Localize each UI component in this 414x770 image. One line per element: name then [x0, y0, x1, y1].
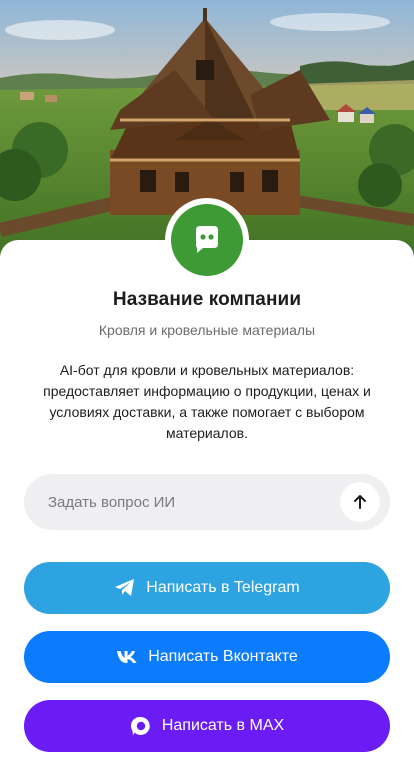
- ask-ai-field: [24, 474, 390, 530]
- max-button-label: Написать в MAX: [161, 717, 285, 734]
- ask-ai-input[interactable]: [48, 474, 338, 530]
- vk-icon: [116, 650, 138, 664]
- avatar-circle: [171, 204, 243, 276]
- max-button[interactable]: Написать в MAX: [24, 700, 390, 752]
- telegram-button-label: Написать в Telegram: [146, 579, 300, 596]
- company-description: AI-бот для кровли и кровельных материало…: [43, 362, 371, 441]
- send-button[interactable]: [340, 482, 380, 522]
- telegram-icon: [114, 578, 136, 598]
- vk-button-label: Написать Вконтакте: [148, 648, 298, 665]
- max-icon: [130, 715, 152, 737]
- avatar: [165, 198, 249, 282]
- company-name: Название компании: [112, 289, 302, 310]
- company-subtitle: Кровля и кровельные материалы: [98, 322, 316, 338]
- chat-bot-icon: [189, 222, 225, 258]
- vk-button[interactable]: Написать Вконтакте: [24, 631, 390, 683]
- arrow-up-icon: [351, 493, 369, 511]
- telegram-button[interactable]: Написать в Telegram: [24, 562, 390, 614]
